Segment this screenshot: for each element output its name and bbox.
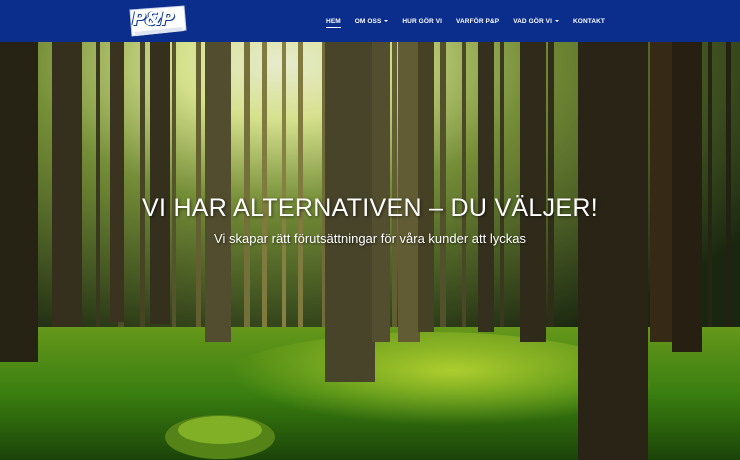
caret-down-icon	[384, 20, 389, 22]
nav-item-label: VARFÖR P&P	[456, 17, 500, 25]
hero-title: VI HAR ALTERNATIVEN – DU VÄLJER!	[141, 194, 598, 222]
hero-subtitle: Vi skapar rätt förutsättningar för våra …	[214, 231, 526, 246]
nav-item-hem[interactable]: HEM	[319, 0, 348, 42]
logo-text: P&P	[132, 8, 174, 30]
nav-item-label: KONTAKT	[573, 17, 605, 25]
nav-item-label: HUR GÖR VI	[402, 17, 443, 25]
nav-item-label: VAD GÖR VI	[513, 17, 552, 25]
nav-item-label: OM OSS	[354, 17, 382, 25]
hero-section: VI HAR ALTERNATIVEN – DU VÄLJER! Vi skap…	[0, 42, 740, 460]
nav-item-om-oss[interactable]: OM OSS	[348, 0, 396, 42]
hero-background-image	[0, 42, 740, 460]
nav-item-vad-gor-vi[interactable]: VAD GÖR VI	[506, 0, 566, 42]
site-logo[interactable]: P&P	[126, 4, 188, 38]
nav-item-label: HEM	[326, 17, 341, 25]
main-nav: HEM OM OSS HUR GÖR VI VARFÖR P&P VAD GÖR…	[319, 0, 612, 42]
site-header: P&P HEM OM OSS HUR GÖR VI VARFÖR P&P VAD…	[0, 0, 740, 42]
nav-item-kontakt[interactable]: KONTAKT	[566, 0, 612, 42]
nav-item-hur-gor-vi[interactable]: HUR GÖR VI	[395, 0, 449, 42]
caret-down-icon	[555, 20, 559, 22]
nav-item-varfor-pp[interactable]: VARFÖR P&P	[449, 0, 506, 42]
